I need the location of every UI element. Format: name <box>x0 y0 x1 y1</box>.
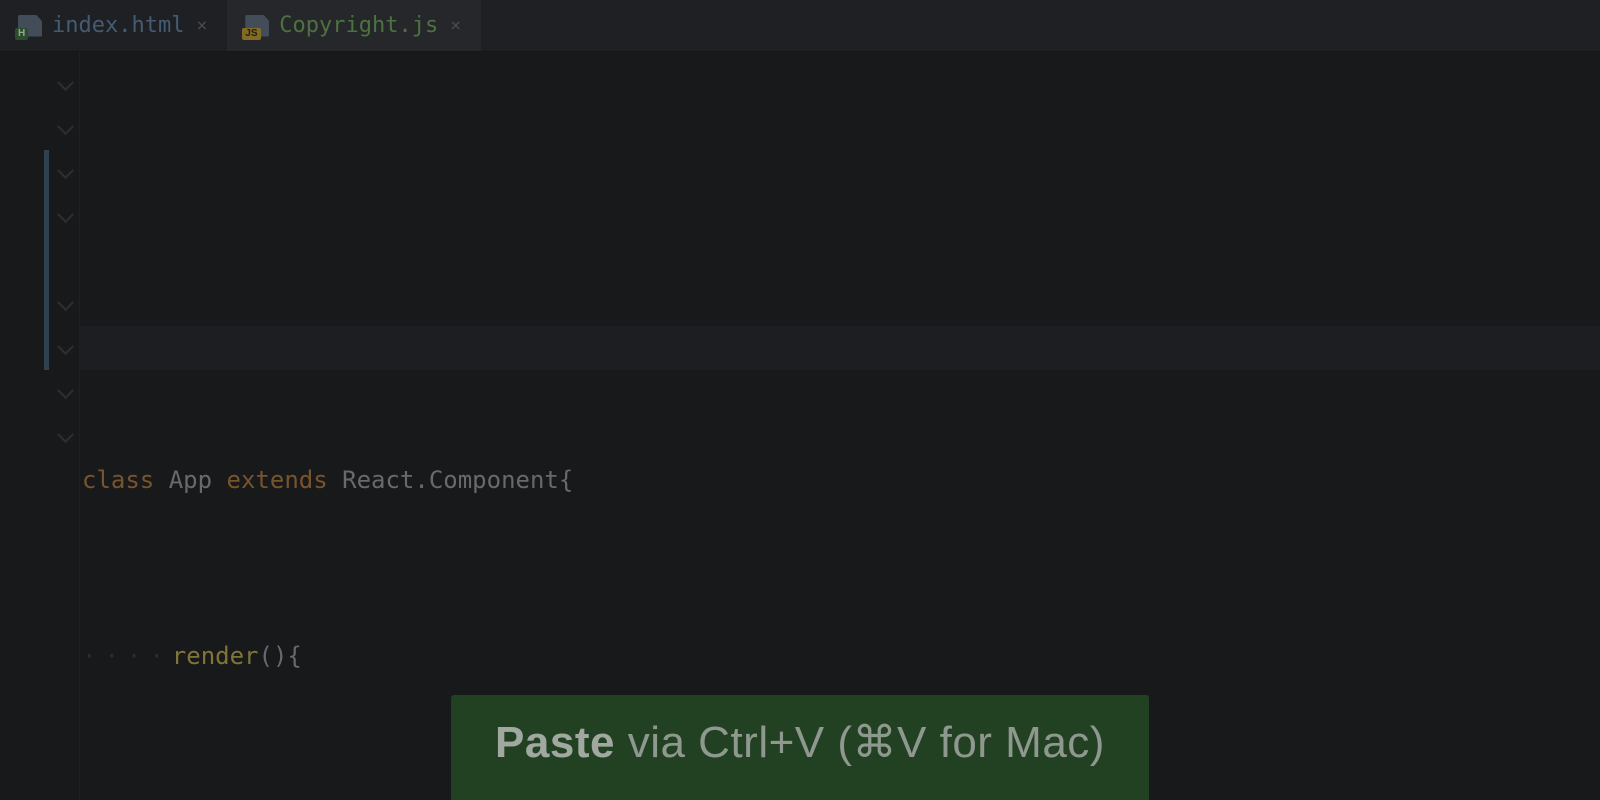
tab-label: index.html <box>52 13 184 38</box>
editor-gutter <box>0 52 80 800</box>
editor-tab-bar: H index.html × JS Copyright.js × <box>0 0 1600 52</box>
code-area[interactable]: class App extends React.Component{ ····r… <box>80 52 1600 800</box>
fold-icon[interactable] <box>57 338 74 355</box>
file-badge: JS <box>242 28 260 40</box>
close-tab-icon[interactable]: × <box>194 15 209 36</box>
fold-icon[interactable] <box>57 426 74 443</box>
code-line: ····render(){ <box>80 634 1600 678</box>
tab-copyright-js[interactable]: JS Copyright.js × <box>227 0 481 51</box>
code-editor[interactable]: class App extends React.Component{ ····r… <box>0 52 1600 800</box>
tab-label: Copyright.js <box>279 13 438 38</box>
tab-index-html[interactable]: H index.html × <box>0 0 227 51</box>
fold-icon[interactable] <box>57 206 74 223</box>
fold-icon[interactable] <box>57 74 74 91</box>
js-file-icon: JS <box>245 15 269 37</box>
close-tab-icon[interactable]: × <box>448 15 463 36</box>
fold-icon[interactable] <box>57 382 74 399</box>
vcs-change-marker <box>44 150 49 370</box>
fold-icon[interactable] <box>57 118 74 135</box>
file-badge: H <box>15 28 28 40</box>
code-line: class App extends React.Component{ <box>80 458 1600 502</box>
fold-icon[interactable] <box>57 162 74 179</box>
fold-icon[interactable] <box>57 294 74 311</box>
html-file-icon: H <box>18 15 42 37</box>
